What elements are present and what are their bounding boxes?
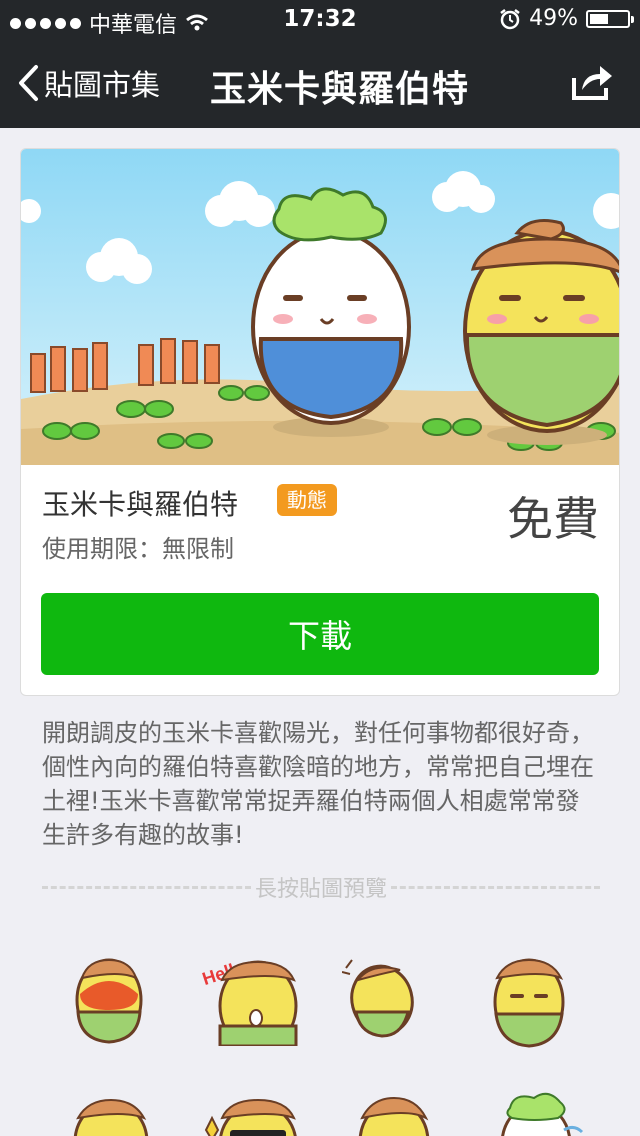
alarm-clock-icon (500, 8, 520, 29)
sticker-card: 玉米卡與羅伯特 動態 免費 使用期限：無限制 下載 (20, 148, 620, 696)
sticker-thumbnail[interactable] (200, 1090, 304, 1136)
status-bar: 中華電信 17:32 49% (0, 0, 640, 40)
back-button[interactable]: 貼圖市集 (16, 62, 160, 104)
validity-period: 使用期限：無限制 (42, 535, 234, 563)
preview-hint-label: 長按貼圖預覽 (255, 877, 388, 902)
sticker-thumbnail[interactable] (352, 1088, 436, 1136)
share-button[interactable] (570, 62, 614, 106)
nav-bar: 貼圖市集 玉米卡與羅伯特 (0, 40, 640, 128)
page-title: 玉米卡與羅伯特 (210, 69, 470, 110)
sticker-price: 免費 (507, 492, 599, 546)
divider (42, 885, 251, 889)
sticker-preview-grid: Hello (0, 940, 640, 1136)
battery-percent: 49% (529, 6, 578, 31)
sticker-thumbnail[interactable] (484, 948, 574, 1048)
share-icon (572, 66, 612, 100)
preview-hint: 長按貼圖預覽 (42, 872, 601, 902)
back-label: 貼圖市集 (44, 68, 161, 102)
chevron-left-icon (19, 65, 38, 101)
sticker-thumbnail[interactable] (494, 1086, 584, 1136)
animated-badge: 動態 (277, 484, 337, 516)
sticker-name: 玉米卡與羅伯特 (42, 488, 239, 521)
sticker-thumbnail[interactable] (342, 956, 422, 1038)
sticker-thumbnail[interactable] (66, 1090, 156, 1136)
sticker-thumbnail[interactable] (64, 948, 154, 1044)
sticker-banner-image (21, 149, 619, 465)
divider (391, 885, 601, 889)
status-right: 49% (499, 6, 634, 31)
sticker-description: 開朗調皮的玉米卡喜歡陽光，對任何事物都很好奇，個性內向的羅伯特喜歡陰暗的地方，常… (42, 719, 594, 849)
sticker-thumbnail[interactable]: Hello (200, 950, 304, 1046)
download-button[interactable]: 下載 (41, 593, 599, 675)
battery-icon (586, 9, 634, 28)
